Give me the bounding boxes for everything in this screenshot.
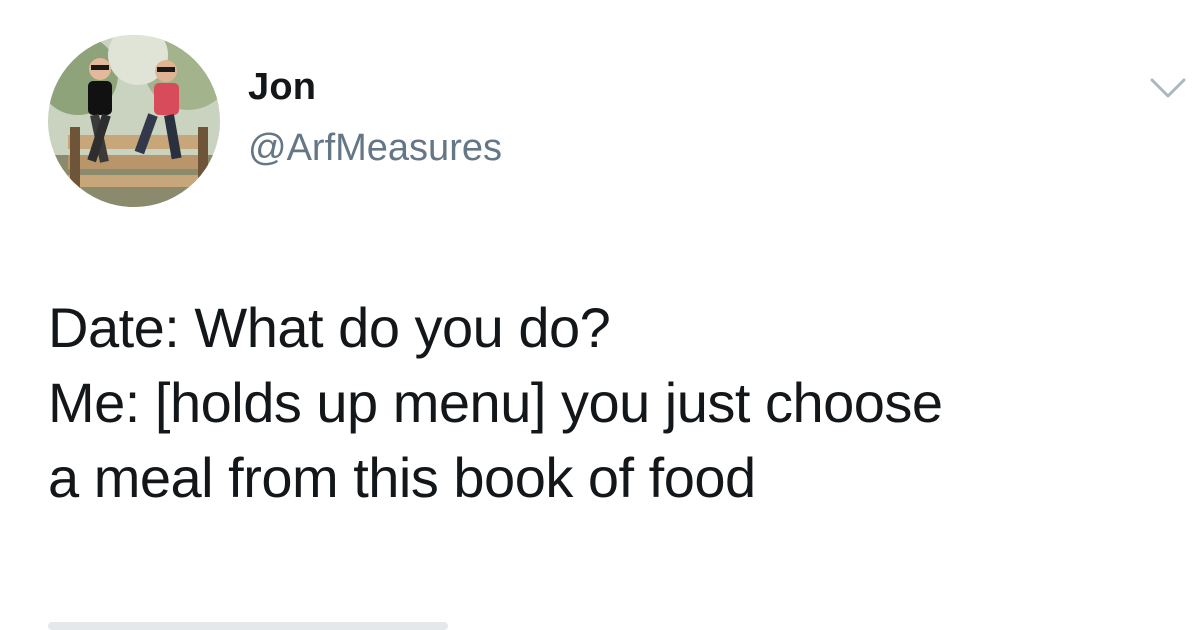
user-handle[interactable]: @ArfMeasures (248, 127, 502, 170)
display-name[interactable]: Jon (248, 66, 316, 109)
avatar-photo (48, 35, 220, 207)
cropped-timestamp-row (48, 622, 448, 630)
tweet-text: Date: What do you do? Me: [holds up menu… (48, 290, 1168, 515)
tweet-line: a meal from this book of food (48, 446, 756, 510)
tweet-line: Me: [holds up menu] you just choose (48, 371, 943, 435)
tweet-card: Jon @ArfMeasures Date: What do you do? M… (0, 0, 1200, 630)
tweet-line: Date: What do you do? (48, 296, 611, 359)
chevron-down-icon[interactable] (1148, 74, 1188, 104)
avatar[interactable] (48, 35, 220, 207)
